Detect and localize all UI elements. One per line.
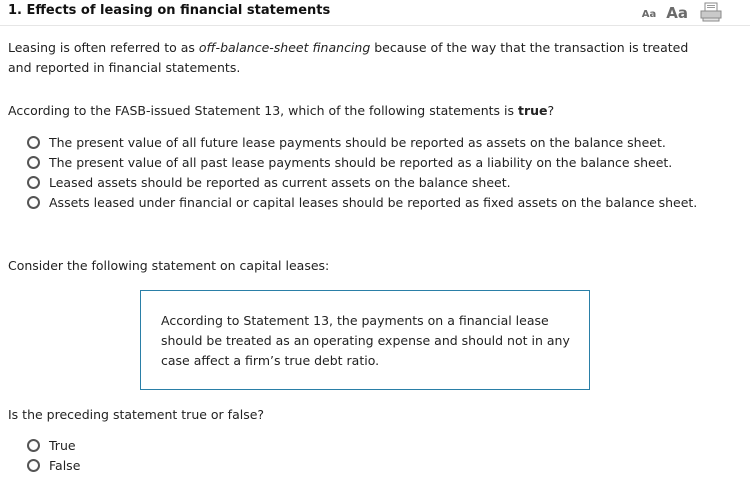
question-2-option-false[interactable]: False [27, 455, 80, 475]
question-2-text: Is the preceding statement true or false… [8, 407, 265, 422]
font-smaller-button[interactable]: Aa [642, 9, 657, 20]
quoted-statement: According to Statement 13, the payments … [161, 313, 570, 368]
question-1-options: The present value of all future lease pa… [27, 132, 697, 212]
question-1-suffix: ? [547, 103, 555, 118]
option-label: Assets leased under financial or capital… [49, 194, 698, 210]
question-1-option-3[interactable]: Leased assets should be reported as curr… [27, 172, 697, 192]
question-1-option-2[interactable]: The present value of all past lease paym… [27, 152, 697, 172]
option-label: True [49, 437, 76, 453]
intro-emphasis: off-balance-sheet financing [198, 40, 371, 55]
radio-button[interactable] [27, 195, 40, 209]
radio-button[interactable] [27, 175, 40, 189]
option-label: The present value of all future lease pa… [49, 134, 666, 150]
question-1-text: According to the FASB-issued Statement 1… [8, 103, 554, 118]
question-1-option-4[interactable]: Assets leased under financial or capital… [27, 192, 697, 212]
radio-button[interactable] [27, 458, 40, 472]
question-1-bold: true [518, 103, 548, 118]
print-icon[interactable] [700, 2, 722, 22]
page-title: 1. Effects of leasing on financial state… [8, 3, 331, 18]
option-label: False [49, 457, 81, 473]
page: 1. Effects of leasing on financial state… [0, 0, 750, 483]
radio-button[interactable] [27, 155, 40, 169]
option-label: The present value of all past lease paym… [49, 154, 673, 170]
question-1-option-1[interactable]: The present value of all future lease pa… [27, 132, 697, 152]
question-2-option-true[interactable]: True [27, 435, 80, 455]
intro-prefix: Leasing is often referred to as [8, 40, 199, 55]
header-divider [0, 25, 750, 26]
option-label: Leased assets should be reported as curr… [49, 174, 511, 190]
radio-button[interactable] [27, 135, 40, 149]
consider-text: Consider the following statement on capi… [8, 258, 330, 273]
quoted-statement-box: According to Statement 13, the payments … [140, 290, 590, 390]
font-larger-button[interactable]: Aa [666, 4, 688, 22]
intro-paragraph: Leasing is often referred to as off-bala… [8, 38, 708, 78]
toolbar: Aa Aa [642, 2, 722, 22]
question-1-prefix: According to the FASB-issued Statement 1… [8, 103, 518, 118]
question-2-options: True False [27, 435, 80, 475]
radio-button[interactable] [27, 438, 40, 452]
